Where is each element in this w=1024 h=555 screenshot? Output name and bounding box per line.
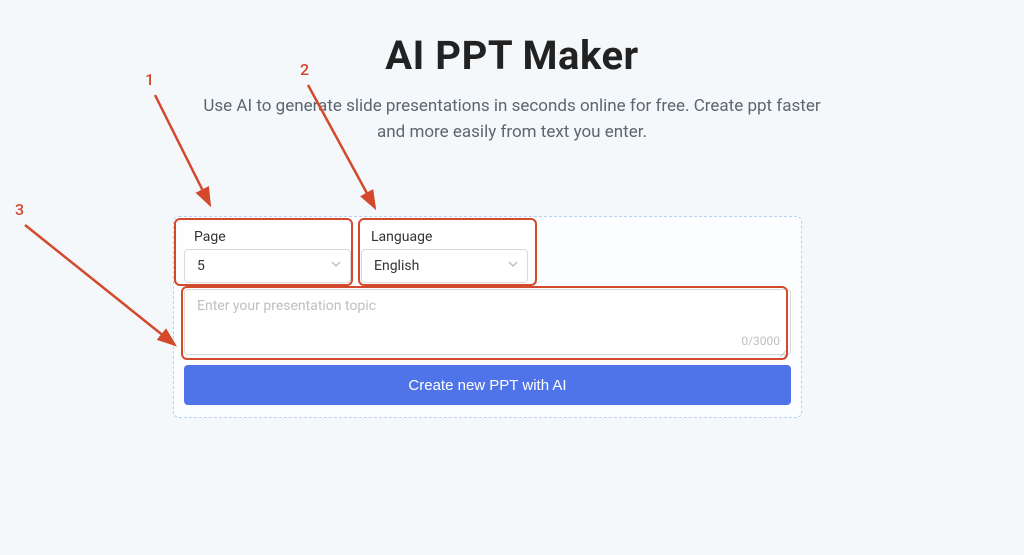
create-ppt-button[interactable]: Create new PPT with AI [184,365,791,405]
topic-field: 0/3000 [184,289,791,355]
page-title: AI PPT Maker [162,32,862,79]
page-label: Page [184,225,351,249]
annotation-arrow-3 [20,220,190,360]
char-counter: 0/3000 [741,334,780,348]
page-field: Page 5 [184,225,351,283]
annotation-number-3: 3 [15,200,24,219]
page-select-value: 5 [197,258,205,274]
chevron-down-icon [507,250,519,282]
annotation-number-1: 1 [145,70,154,89]
language-select[interactable]: English [361,249,528,283]
page-select[interactable]: 5 [184,249,351,283]
generator-panel: Page 5 Language English [173,216,802,418]
language-label: Language [361,225,528,249]
resize-handle-icon [778,342,788,352]
page-subtitle: Use AI to generate slide presentations i… [202,93,822,146]
chevron-down-icon [330,250,342,282]
language-field: Language English [361,225,528,283]
annotation-number-2: 2 [300,60,309,79]
language-select-value: English [374,258,419,274]
topic-input[interactable] [185,290,790,354]
